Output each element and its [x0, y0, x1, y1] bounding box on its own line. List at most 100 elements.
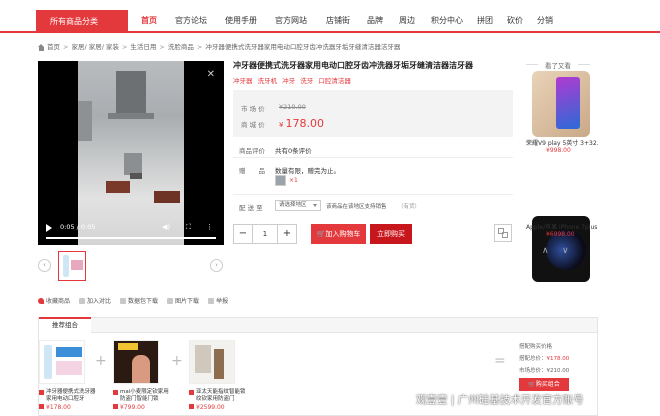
nav-forum[interactable]: 官方论坛	[166, 10, 216, 32]
nav-bargain[interactable]: 砍价	[500, 10, 530, 32]
decrease-button[interactable]: −	[233, 224, 253, 244]
qr-code-icon[interactable]	[494, 224, 512, 242]
volume-icon[interactable]: ◀)	[162, 223, 170, 231]
breadcrumb: 首页 > 家居/ 家居/ 家装 > 生活日用 > 洗脸商品 > 冲牙器便携式洗牙…	[38, 42, 400, 52]
nav-store-street[interactable]: 店铺街	[316, 10, 360, 32]
compare-link[interactable]: 加入对比	[79, 296, 111, 305]
sale-price-label: 商 城 价	[241, 121, 265, 129]
nav-underline	[0, 31, 660, 33]
nav-points-center[interactable]: 积分中心	[424, 10, 470, 32]
video-time: 0:05 / 0:05	[60, 223, 96, 231]
chevron-down-icon[interactable]: ∨	[562, 246, 569, 256]
checkbox-icon	[189, 404, 194, 409]
review-label: 商品评价	[239, 147, 265, 155]
quantity-stepper: − 1 +	[233, 224, 297, 244]
product-video[interactable]: ✕ 0:05 / 0:05 ◀) ⛶ ⋮	[38, 61, 224, 245]
buy-now-button[interactable]: 立即购买	[370, 224, 412, 244]
top-nav: 所有商品分类 首页 官方论坛 使用手册 官方网站 店铺街 品牌 周边 积分中心 …	[0, 0, 660, 33]
all-categories-button[interactable]: 所有商品分类	[36, 10, 128, 33]
plus-icon: +	[171, 353, 183, 369]
combo-checkbox[interactable]	[189, 390, 194, 395]
increase-button[interactable]: +	[277, 224, 297, 244]
home-icon	[38, 43, 45, 51]
more-options-icon[interactable]: ⋮	[206, 223, 213, 231]
cart-icon: 🛒	[528, 381, 536, 388]
breadcrumb-leaf[interactable]: 洗脸商品	[168, 42, 194, 52]
product-tags: 冲牙器 洗牙机 冲牙 洗牙 口腔清洁器	[233, 75, 354, 85]
watermark: 观壹壹 | 广州硅基技术开发官方账号	[416, 394, 584, 406]
gift-count: ×1	[289, 177, 298, 184]
combo-item-image[interactable]	[189, 340, 235, 384]
product-thumbnail[interactable]	[58, 251, 86, 281]
thumb-next-icon[interactable]: ›	[210, 259, 223, 272]
chevron-up-icon[interactable]: ∧	[542, 246, 549, 256]
download-icon	[120, 297, 127, 304]
nav-home[interactable]: 首页	[134, 10, 164, 32]
review-count[interactable]: 共有0条评价	[275, 145, 312, 155]
tag[interactable]: 口腔清洁器	[318, 77, 351, 85]
fullscreen-icon[interactable]: ⛶	[186, 223, 191, 232]
sale-price: ¥178.00	[279, 117, 324, 130]
see-also-title: 看了又看	[518, 60, 598, 70]
stock-status: （有货）	[398, 204, 421, 210]
tag[interactable]: 洗牙机	[258, 77, 278, 85]
checkbox-icon	[39, 404, 44, 409]
tag[interactable]: 冲牙	[282, 77, 295, 85]
heart-icon	[38, 297, 44, 304]
report-link[interactable]: 举报	[208, 296, 228, 305]
video-progress-bar[interactable]	[46, 237, 216, 239]
nav-brand[interactable]: 品牌	[360, 10, 390, 32]
combo-item-image[interactable]	[113, 340, 159, 384]
breadcrumb-category[interactable]: 家居/ 家居/ 家装	[71, 42, 119, 52]
breadcrumb-home[interactable]: 首页	[47, 42, 60, 52]
product-actions: 收藏商品 加入对比 数据包下载 图片下载 举报	[38, 296, 237, 305]
see-also-item-name[interactable]: 荣耀V9 play 5英寸 3+32...	[526, 138, 598, 147]
plus-icon	[79, 297, 86, 304]
image-icon	[167, 297, 174, 304]
nav-peripheral[interactable]: 周边	[390, 10, 424, 32]
area-select[interactable]: 请选择地区	[275, 200, 321, 211]
combo-item-image[interactable]	[39, 340, 85, 384]
see-also-item-price: ¥6998.00	[546, 231, 575, 238]
support-note: 该商品在该地区支持销售	[326, 204, 387, 210]
image-download-link[interactable]: 图片下载	[167, 296, 199, 305]
see-also-pager: ∧ ∨	[538, 246, 578, 256]
see-also-item-name[interactable]: Apple/苹果 iPhone 7plus...	[526, 222, 598, 231]
breadcrumb-subcategory[interactable]: 生活日用	[130, 42, 156, 52]
combo-checkbox[interactable]	[39, 390, 44, 395]
nav-group-buy[interactable]: 拼团	[470, 10, 500, 32]
gift-label: 赠 品	[239, 167, 265, 175]
quantity-input[interactable]: 1	[253, 224, 277, 244]
see-also-item-price: ¥998.00	[546, 147, 571, 154]
close-icon[interactable]: ✕	[207, 69, 215, 80]
nav-official-site[interactable]: 官方网站	[266, 10, 316, 32]
product-title: 冲牙器便携式洗牙器家用电动口腔牙齿冲洗器牙垢牙缝清洁器洁牙器	[233, 61, 473, 70]
see-also-panel: 看了又看 荣耀V9 play 5英寸 3+32... ¥998.00 Apple…	[518, 60, 598, 282]
price-box: 市 场 价 ¥210.00 商 城 价 ¥178.00	[233, 90, 513, 137]
thumbnail-row: ‹ ›	[38, 251, 224, 283]
nav-distribution[interactable]: 分销	[530, 10, 560, 32]
equals-icon: =	[494, 353, 506, 369]
buy-combo-button[interactable]: 🛒购买组合	[519, 378, 569, 391]
thumb-prev-icon[interactable]: ‹	[38, 259, 51, 272]
plus-icon: +	[95, 353, 107, 369]
nav-items: 首页 官方论坛 使用手册 官方网站 店铺街 品牌 周边 积分中心 拼团 砍价 分…	[134, 10, 560, 32]
gift-text: 数量有限，赠完为止。	[275, 167, 340, 175]
combo-checkbox[interactable]	[113, 390, 118, 395]
phone-image[interactable]	[532, 71, 590, 137]
tag[interactable]: 冲牙器	[233, 77, 253, 85]
favorite-link[interactable]: 收藏商品	[38, 296, 70, 305]
breadcrumb-product: 冲牙器便携式洗牙器家用电动口腔牙齿冲洗器牙垢牙缝清洁器洁牙器	[205, 43, 401, 51]
play-icon[interactable]	[46, 224, 52, 232]
combo-summary: 搭配购买价格 搭配总价：¥178.00 市场总价：¥210.00 🛒购买组合	[519, 342, 594, 391]
checkbox-icon	[113, 404, 118, 409]
data-package-link[interactable]: 数据包下载	[120, 296, 158, 305]
tag[interactable]: 洗牙	[300, 77, 313, 85]
nav-manual[interactable]: 使用手册	[216, 10, 266, 32]
gift-thumbnail[interactable]	[275, 175, 286, 186]
video-frame	[78, 61, 184, 245]
add-to-cart-button[interactable]: 🛒加入购物车	[311, 224, 366, 244]
market-price-label: 市 场 价	[241, 105, 265, 113]
warning-icon	[208, 297, 215, 304]
tab-recommended-combo[interactable]: 推荐组合	[39, 317, 91, 333]
